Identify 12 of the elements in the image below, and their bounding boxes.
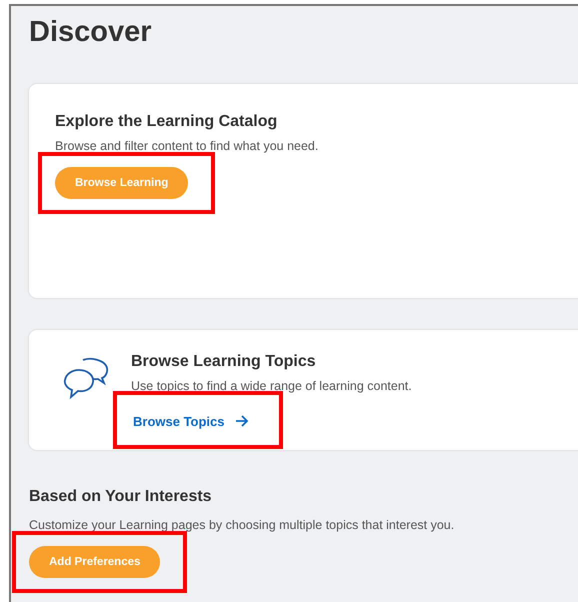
section-title: Explore the Learning Catalog bbox=[55, 113, 278, 131]
section-description: Use topics to find a wide range of learning content. bbox=[131, 379, 412, 393]
section-title: Based on Your Interests bbox=[29, 488, 213, 506]
chat-bubbles-icon bbox=[63, 357, 109, 401]
action-button[interactable]: Add Preferences bbox=[29, 546, 160, 578]
topics-link[interactable]: Browse Topics bbox=[131, 405, 251, 437]
page-title: Discover bbox=[29, 16, 153, 50]
section-description: Customize your Learning pages by choosing multiple topics that interest you. bbox=[29, 518, 456, 532]
section-description: Browse and filter content to find what you need. bbox=[55, 139, 320, 153]
section-title: Browse Learning Topics bbox=[131, 353, 317, 371]
arrow-right-icon bbox=[234, 414, 249, 428]
action-button[interactable]: Browse Learning bbox=[55, 167, 188, 199]
